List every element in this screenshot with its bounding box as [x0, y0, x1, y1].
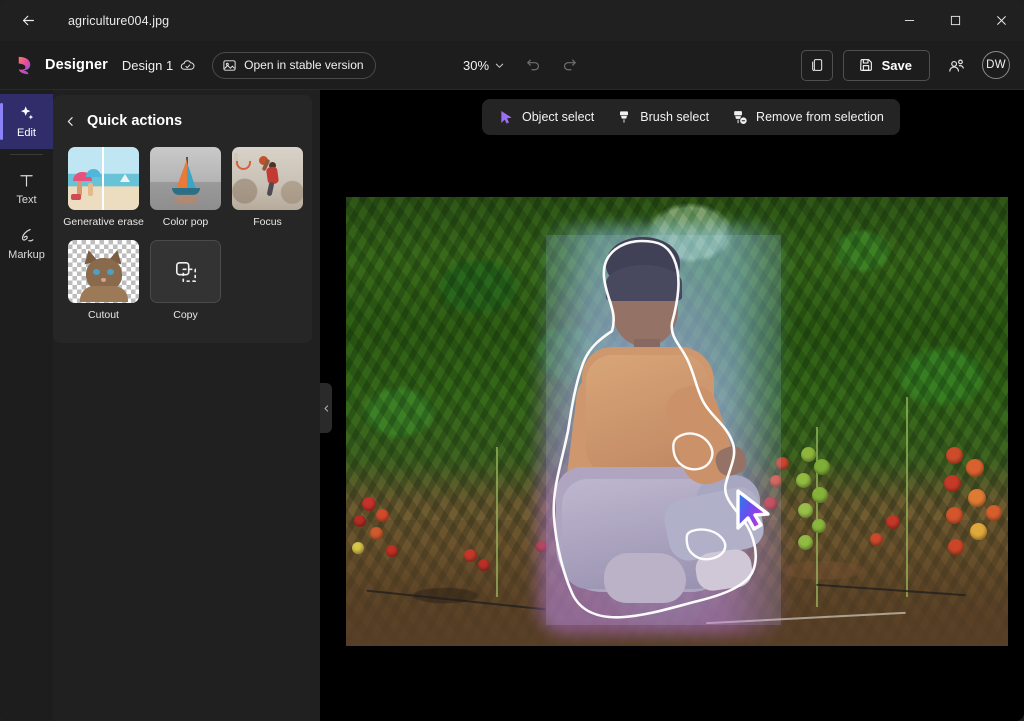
redo-button[interactable]	[553, 50, 585, 82]
collapse-panel-handle[interactable]	[320, 383, 332, 433]
remove-from-selection-label: Remove from selection	[756, 110, 884, 124]
quick-action-copy[interactable]: Copy	[150, 240, 221, 321]
back-arrow-icon	[22, 15, 34, 26]
share-button[interactable]	[940, 49, 972, 81]
open-in-stable-version-label: Open in stable version	[244, 58, 364, 72]
cutout-thumbnail	[68, 240, 139, 303]
minimize-icon	[904, 20, 914, 21]
quick-action-color-pop[interactable]: Color pop	[150, 147, 221, 228]
object-select-button[interactable]: Object select	[488, 103, 604, 131]
focus-thumbnail	[232, 147, 303, 210]
app-header: Designer Design 1 Open in stable version…	[0, 41, 1024, 90]
gradient-cursor-icon	[730, 487, 774, 533]
back-button[interactable]	[8, 5, 48, 37]
cutout-label: Cutout	[88, 309, 119, 321]
minimize-button[interactable]	[886, 0, 932, 41]
image-icon	[223, 59, 236, 71]
redo-icon	[563, 59, 576, 71]
chevron-down-icon	[495, 63, 504, 68]
close-icon	[996, 16, 1006, 25]
quick-action-cutout[interactable]: Cutout	[68, 240, 139, 321]
rail-item-markup[interactable]: Markup	[0, 216, 53, 271]
app-name-label: Designer	[45, 57, 108, 73]
designer-logo-icon	[13, 54, 36, 77]
undo-icon	[526, 59, 539, 71]
quick-actions-panel: Quick actions Generative erase Color pop…	[53, 95, 312, 343]
title-bar: agriculture004.jpg	[0, 0, 1024, 41]
maximize-button[interactable]	[932, 0, 978, 41]
duplicate-icon	[811, 59, 822, 72]
object-select-label: Object select	[522, 110, 595, 124]
sparkle-icon	[20, 106, 34, 120]
chevron-left-icon[interactable]	[64, 115, 77, 128]
quick-actions-grid: Generative erase Color pop Focus Cutout …	[53, 133, 312, 321]
chevron-left-icon	[324, 404, 328, 412]
text-t-icon	[20, 175, 33, 187]
close-button[interactable]	[978, 0, 1024, 41]
rail-item-text-label: Text	[16, 194, 37, 206]
quick-action-focus[interactable]: Focus	[232, 147, 303, 228]
cloud-saved-status	[180, 58, 195, 73]
rail-item-edit-label: Edit	[17, 127, 36, 139]
brush-select-button[interactable]: Brush select	[606, 103, 719, 131]
focus-label: Focus	[253, 216, 282, 228]
zoom-level-label: 30%	[463, 58, 490, 73]
color-pop-thumbnail	[150, 147, 221, 210]
panel-title: Quick actions	[87, 113, 183, 129]
duplicate-button[interactable]	[800, 49, 833, 81]
rail-item-edit[interactable]: Edit	[0, 94, 53, 149]
image-canvas[interactable]	[346, 197, 1008, 646]
logo-glyph	[18, 56, 31, 74]
canvas-workspace[interactable]: Object select Brush select Remove from s…	[320, 90, 1024, 721]
remove-from-selection-button[interactable]: Remove from selection	[721, 103, 894, 131]
generative-erase-thumbnail	[68, 147, 139, 210]
selection-marquee	[552, 239, 757, 619]
brand: Designer	[13, 54, 108, 77]
color-pop-label: Color pop	[162, 216, 209, 228]
brush-minus-icon	[734, 110, 747, 124]
cursor-arrow-glyph	[736, 489, 770, 531]
save-floppy-icon	[859, 59, 872, 71]
design-name-label: Design 1	[121, 57, 174, 73]
maximize-icon	[950, 15, 960, 26]
copy-icon	[175, 261, 196, 282]
window-controls	[886, 0, 1024, 41]
rail-item-text[interactable]: Text	[0, 161, 53, 216]
pen-markup-icon	[21, 228, 34, 242]
file-name-label: agriculture004.jpg	[68, 13, 170, 28]
designer-window: agriculture004.jpg Designer Design 1 Ope…	[0, 0, 1024, 721]
panel-header: Quick actions	[53, 109, 312, 133]
copy-label: Copy	[173, 309, 198, 321]
rail-divider	[10, 154, 43, 155]
user-avatar[interactable]: DW	[982, 51, 1010, 79]
brush-icon	[620, 111, 629, 123]
quick-action-generative-erase[interactable]: Generative erase	[63, 147, 144, 228]
generative-erase-label: Generative erase	[63, 216, 144, 228]
cloud-saved-icon	[180, 59, 195, 70]
open-in-stable-version-button[interactable]: Open in stable version	[212, 51, 376, 79]
selected-subject[interactable]	[536, 225, 791, 635]
cursor-arrow-icon	[501, 111, 512, 124]
copy-thumbnail	[150, 240, 221, 303]
rail-item-markup-label: Markup	[8, 249, 45, 261]
header-actions: Save DW	[800, 49, 1010, 81]
undo-button[interactable]	[517, 50, 549, 82]
zoom-controls: 30%	[455, 41, 585, 90]
share-people-icon	[948, 59, 964, 72]
save-label: Save	[881, 57, 912, 73]
brush-select-label: Brush select	[640, 110, 710, 124]
zoom-level-dropdown[interactable]: 30%	[455, 53, 513, 78]
save-button[interactable]: Save	[842, 49, 930, 81]
selection-toolbar: Object select Brush select Remove from s…	[482, 99, 900, 135]
left-rail: Edit Text Markup	[0, 90, 53, 721]
